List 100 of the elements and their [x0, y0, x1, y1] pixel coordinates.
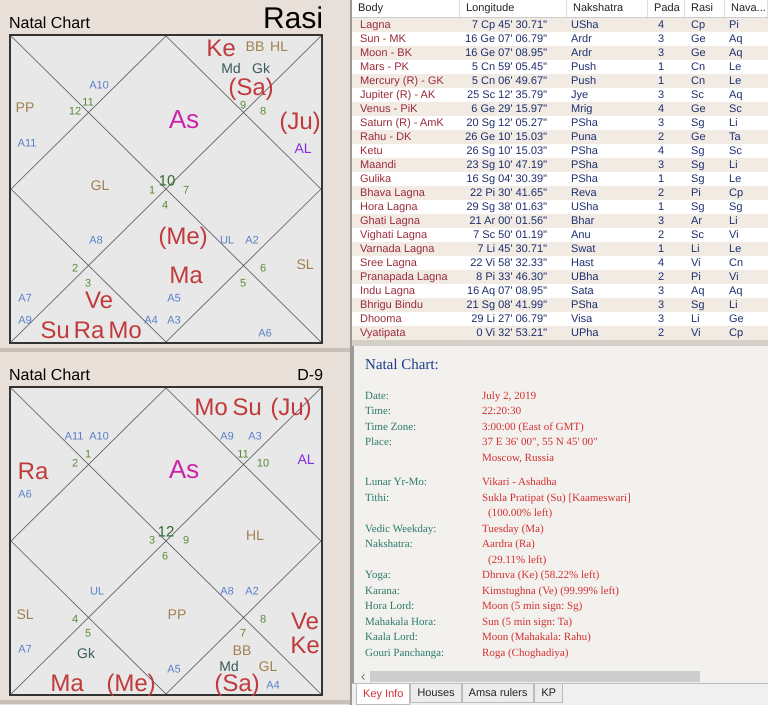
table-row[interactable]: Vyatipata 0 Vi 32' 53.21" UPha 2 Vi Cp: [352, 326, 768, 340]
table-row[interactable]: Lagna 7 Cp 45' 30.71" USha 4 Cp Pi: [352, 18, 768, 32]
table-cell-text: Bhar: [570, 216, 596, 226]
table-cell-text: Cn: [690, 76, 706, 86]
info-label: Time:: [365, 404, 392, 419]
column-header[interactable]: Longitude: [460, 0, 567, 17]
table-row[interactable]: Bhrigu Bindu 21 Sg 08' 41.99" PSha 3 Sg Li: [352, 298, 768, 312]
table-cell-text: Li: [728, 160, 739, 170]
table-cell-text: Gulika: [359, 174, 392, 184]
house-number: 3: [84, 278, 92, 290]
column-header[interactable]: Nava...: [725, 0, 768, 17]
planet-label: (Me): [158, 225, 208, 249]
info-value: Sukla Pratipat (Su) [Kaameswari]: [482, 490, 631, 506]
table-cell-text: Ge: [690, 104, 707, 114]
tab[interactable]: Amsa rulers: [462, 684, 534, 703]
table-cell-text: Aq: [690, 286, 706, 296]
arudha-label: A4: [144, 316, 158, 326]
house-number: 5: [240, 278, 246, 290]
info-label: Hora Lord:: [365, 599, 416, 614]
special-lagna-label: GL: [258, 659, 278, 673]
table-cell-text: 7 Sc 50' 01.19": [472, 230, 548, 240]
table-cell-text: 6 Ge 29' 15.97": [470, 104, 548, 114]
house-number: 12: [158, 524, 174, 540]
house-number: 2: [72, 458, 78, 470]
info-value: Aardra (Ra): [482, 537, 536, 552]
table-cell-text: 1: [657, 76, 666, 86]
arudha-label: UL: [90, 586, 104, 598]
table-cell-text: 7 Li 45' 30.71": [476, 244, 548, 254]
table-row[interactable]: Moon - BK 16 Ge 07' 08.95" Ardr 3 Ge Aq: [352, 46, 768, 60]
info-label: Place:: [365, 435, 393, 450]
table-cell-text: Hast: [570, 258, 595, 268]
tab[interactable]: Houses: [410, 684, 462, 703]
table-cell-text: 21 Ar 00' 01.56": [468, 216, 548, 226]
table-cell-text: 4: [657, 258, 666, 268]
table-row[interactable]: Rahu - DK 26 Ge 10' 15.03" Puna 2 Ge Ta: [352, 130, 768, 144]
table-cell-text: Sg: [690, 146, 706, 156]
table-row[interactable]: Varnada Lagna 7 Li 45' 30.71" Swat 1 Li Le: [352, 242, 768, 256]
table-cell-text: 23 Sg 10' 47.19": [465, 160, 548, 170]
table-row[interactable]: Bhava Lagna 22 Pi 30' 41.65" Reva 2 Pi Cp: [352, 186, 768, 200]
house-number: 8: [260, 106, 266, 118]
info-label: Mahakala Hora:: [365, 614, 438, 630]
upagraha-label: Md: [219, 659, 239, 673]
house-number: 4: [162, 200, 168, 212]
special-lagna-label: SL: [16, 607, 34, 621]
info-value: Roga (Choghadiya): [482, 646, 568, 660]
table-cell-text: Cn: [690, 62, 706, 72]
table-cell-text: Le: [728, 244, 742, 254]
table-row[interactable]: Mercury (R) - GK 5 Cn 06' 49.67" Push 1 Cn Le: [352, 74, 768, 88]
table-cell-text: PSha: [570, 146, 599, 156]
table-row[interactable]: Venus - PiK 6 Ge 29' 15.97" Mrig 4 Ge Sc: [352, 102, 768, 116]
table-cell-text: USha: [570, 202, 600, 212]
info-label: Date:: [365, 388, 390, 404]
info-label: Time Zone:: [365, 420, 418, 434]
table-row[interactable]: Maandi 23 Sg 10' 47.19" PSha 3 Sg Li: [352, 158, 768, 172]
table-cell-text: Pi: [690, 272, 702, 282]
table-row[interactable]: Pranapada Lagna 8 Pi 33' 46.30" UBha 2 Pi Vi: [352, 270, 768, 284]
planet-label: Ve: [84, 289, 114, 313]
house-number: 3: [148, 536, 156, 546]
house-number: 4: [72, 614, 78, 626]
table-cell-text: 2: [657, 188, 666, 198]
special-lagna-label: HL: [246, 528, 264, 542]
column-header[interactable]: Nakshatra: [567, 0, 648, 17]
tab[interactable]: KP: [534, 684, 564, 703]
table-cell-text: 16 Sg 04' 30.39": [465, 174, 548, 184]
house-number: 2: [72, 264, 78, 274]
table-row[interactable]: Ghati Lagna 21 Ar 00' 01.56" Bhar 3 Ar Li: [352, 214, 768, 228]
table-cell-text: Cp: [728, 328, 744, 338]
table-cell-text: Sg: [690, 160, 706, 170]
planet-label: (Me): [106, 672, 156, 696]
tab[interactable]: Key Info: [356, 684, 410, 705]
table-cell-text: Aq: [728, 90, 744, 100]
table-cell-text: 5 Cn 06' 49.67": [470, 76, 548, 86]
column-header[interactable]: Body: [352, 0, 460, 17]
planet-label: Ma: [50, 672, 84, 696]
table-cell-text: Sree Lagna: [359, 258, 418, 268]
planet-label: Mo: [108, 319, 142, 343]
table-cell-text: Sg: [690, 118, 706, 128]
table-cell-text: Bhava Lagna: [359, 188, 426, 198]
table-cell-text: 3: [657, 160, 666, 170]
table-cell-text: Ge: [690, 48, 707, 58]
column-header[interactable]: Rasi: [685, 0, 725, 17]
table-cell-text: PSha: [570, 118, 599, 128]
arudha-label: A3: [167, 316, 181, 326]
info-label: Nakshatra:: [365, 537, 414, 552]
planet-label: Ke: [206, 37, 236, 61]
table-cell-text: Swat: [570, 244, 596, 254]
table-cell-text: 26 Ge 10' 15.03": [464, 132, 548, 142]
arudha-label: A3: [248, 432, 262, 442]
scrollbar-thumb[interactable]: [370, 671, 700, 682]
house-number: 8: [260, 614, 266, 626]
planet-label: Ma: [169, 264, 203, 288]
planet-label: Ra: [74, 319, 104, 343]
chart-title: Natal Chart: [9, 16, 90, 34]
table-cell-text: Ketu: [359, 146, 384, 156]
table-cell-text: Mercury (R) - GK: [359, 76, 445, 86]
arudha-label: A8: [89, 236, 103, 246]
info-label: Lunar Yr-Mo:: [365, 475, 428, 490]
house-number: 11: [237, 450, 249, 460]
column-header[interactable]: Pada: [648, 0, 685, 17]
house-number: 1: [84, 450, 92, 460]
